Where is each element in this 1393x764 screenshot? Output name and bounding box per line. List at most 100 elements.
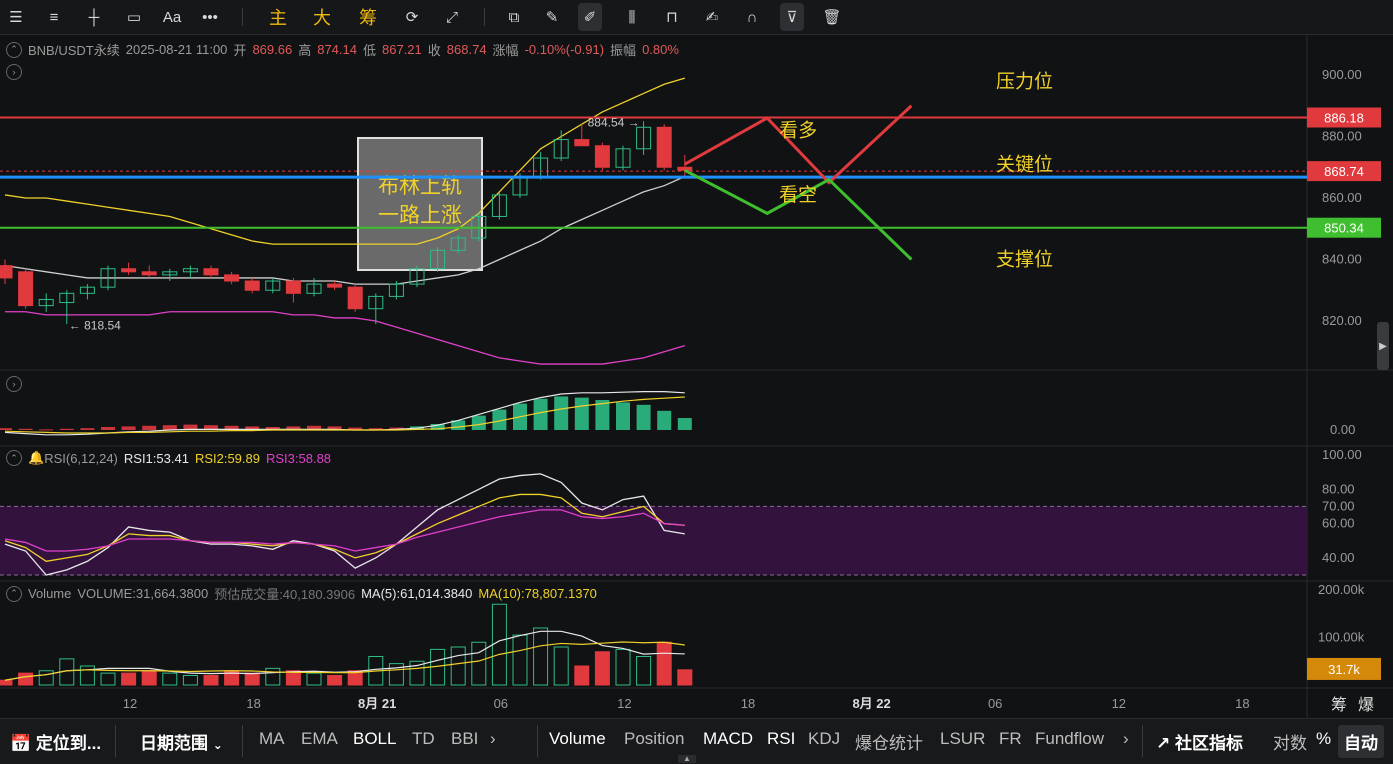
volume-bar [636,656,652,686]
measure-icon[interactable]: ⤢ [440,3,464,31]
macd-histogram-bar [0,428,12,430]
date-range-label: 日期范围 [140,734,208,753]
bottom-toolbar: 📅 定位到... 日期范围 ⌄ MA EMA BOLL TD BBI › Vol… [0,718,1393,764]
volume-bar [79,665,95,686]
volume-bar [38,670,54,686]
volume-bar [574,665,590,686]
time-tick-label: 8月 21 [358,696,396,711]
indicator-rsi[interactable]: RSI [767,729,795,749]
rsi-tick-label: 80.00 [1322,481,1355,496]
volume-bar [121,672,137,686]
macd-histogram-bar [677,418,692,430]
macd-histogram-bar [39,429,54,431]
main-button[interactable]: 主 [266,3,290,31]
indicator-td[interactable]: TD [412,729,435,749]
volume-bar [553,646,569,686]
community-indicators-button[interactable]: ↗ 社区指标 [1156,729,1243,754]
chips-toggle: 筹 [1331,695,1347,714]
rectangle-icon[interactable]: ▭ [122,3,146,31]
community-label: 社区指标 [1174,734,1243,753]
percent-button[interactable]: % [1316,729,1331,749]
chevron-down-icon: ⌄ [212,738,223,752]
rsi-tick-label: 70.00 [1322,498,1355,513]
pen-icon[interactable]: ✎ [540,3,564,31]
magnet-icon[interactable]: ∩ [740,3,764,31]
price-chart[interactable]: 900.00880.00860.00840.00820.00布林上轨一路上涨88… [0,34,1393,718]
price-tick-label: 860.00 [1322,190,1362,205]
indicator-lsur[interactable]: LSUR [940,729,985,749]
candle-body [0,265,13,279]
indicator-fundflow[interactable]: Fundflow [1035,729,1104,749]
cycle-icon[interactable]: ⟳ [400,3,424,31]
macd-histogram-bar [574,397,589,430]
indicator-macd[interactable]: MACD [703,729,753,749]
candle-body [656,126,672,168]
macd-histogram-bar [18,428,33,430]
time-tick-label: 06 [494,696,508,711]
log-scale-button[interactable]: 对数 [1273,729,1307,754]
macd-histogram-bar [533,398,548,430]
time-tick-label: 18 [1235,696,1249,711]
filter-icon[interactable]: ⊽ [780,3,804,31]
macd-histogram-bar [657,410,672,430]
font-button[interactable]: Aa [160,3,184,31]
low-marker: ← 818.54 [69,318,121,332]
volume-bar [512,634,528,686]
current-price-badge: 868.74 [1324,164,1364,179]
copy-icon[interactable]: ⧉ [502,3,526,31]
volume-bar [100,672,116,686]
time-tick-label: 8月 22 [852,696,890,711]
trash-icon[interactable]: 🗑 [820,3,844,31]
edit-icon[interactable]: ✍ [700,3,724,31]
volume-bar [533,627,549,686]
macd-histogram-bar [80,428,95,430]
indicator-fr[interactable]: FR [999,729,1022,749]
list-icon[interactable]: ☰ [4,3,28,31]
key-label: 关键位 [996,153,1053,175]
drawer-toggle-icon[interactable]: ▲ [678,755,696,763]
time-tick-label: 18 [741,696,755,711]
volume-bar [244,672,260,686]
chips-button[interactable]: 筹 [356,3,380,31]
big-button[interactable]: 大 [310,3,334,31]
indicator-position[interactable]: Position [624,729,684,749]
indicator-ema[interactable]: EMA [301,729,338,749]
macd-zero-label: 0.00 [1330,422,1355,437]
indicator-kdj[interactable]: KDJ [808,729,840,749]
high-marker: 884.54 → [588,116,640,130]
chevron-right-icon-2[interactable]: › [1123,729,1129,749]
resistance-badge: 886.18 [1324,110,1364,125]
lock-icon[interactable]: ⊓ [660,3,684,31]
candle-body [203,268,219,276]
calendar-icon: 📅 [10,734,32,753]
price-tick-label: 820.00 [1322,313,1362,328]
horizontal-line-icon[interactable]: ┼ [82,3,106,31]
chevron-right-icon[interactable]: › [490,729,496,749]
candle-body [244,280,260,291]
lines-icon[interactable]: ≡ [42,3,66,31]
indicator-liquidation[interactable]: 爆仓统计 [855,729,923,754]
indicator-volume[interactable]: Volume [549,729,606,749]
more-button[interactable]: ••• [198,3,222,31]
volume-bar [594,651,610,686]
support-label: 支撑位 [996,249,1053,271]
macd-histogram-bar [59,428,74,430]
volume-tick-label: 100.00k [1318,630,1365,645]
volume-bar [265,667,281,686]
indicator-bbi[interactable]: BBI [451,729,478,749]
indicator-boll[interactable]: BOLL [353,729,396,749]
locate-button[interactable]: 📅 定位到... [10,729,101,754]
brush-icon[interactable]: ✐ [578,3,602,31]
candle-body [141,271,157,276]
panel-expand-handle[interactable]: ▶ [1377,322,1389,370]
date-range-button[interactable]: 日期范围 ⌄ [140,729,223,754]
boll-mid-line [4,175,686,285]
time-tick-label: 06 [988,696,1002,711]
candle-settings-icon[interactable]: ⫼ [620,3,644,31]
indicator-ma[interactable]: MA [259,729,285,749]
auto-scale-button[interactable]: 自动 [1338,725,1384,758]
time-tick-label: 12 [1112,696,1126,711]
volume-bar [0,679,13,686]
macd-histogram-bar [554,396,569,430]
boll-note-line2: 一路上涨 [378,203,462,227]
